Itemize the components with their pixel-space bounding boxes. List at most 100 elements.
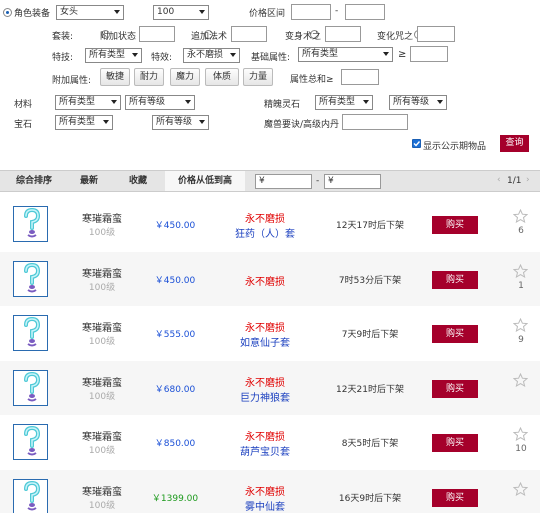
category-radio-equipment[interactable] [3, 8, 12, 17]
pager-prev[interactable]: ‹ [497, 175, 501, 185]
check-icon [413, 141, 421, 147]
buy-button[interactable]: 购买 [432, 216, 478, 234]
price-max-input[interactable] [345, 4, 385, 20]
buy-button[interactable]: 购买 [432, 270, 478, 289]
transform-input[interactable] [325, 26, 361, 42]
extra-spell-input[interactable] [231, 26, 267, 42]
extra-state-input[interactable] [139, 26, 175, 42]
attr-button-agility[interactable]: 敏捷 [100, 68, 130, 86]
label-extra-spell: 追加法术 [191, 32, 228, 42]
material-level-select[interactable]: 所有等级 [125, 95, 195, 110]
item-price: ￥450.00 [154, 275, 196, 286]
star-icon[interactable] [513, 372, 528, 387]
material-type-select[interactable]: 所有类型 [55, 95, 121, 110]
item-name[interactable]: 寒璀霜蛮 [72, 319, 132, 334]
attr-button-endurance[interactable]: 耐力 [134, 68, 164, 86]
item-set-name: 葫芦宝贝套 [240, 447, 290, 458]
label-change-spell: 变化咒之 [377, 32, 414, 42]
base-attr-value-input[interactable] [410, 46, 448, 62]
show-public-checkbox[interactable] [412, 139, 421, 148]
item-remaining-time: 8天5时后下架 [341, 439, 399, 449]
buy-button[interactable]: 购买 [432, 379, 478, 398]
skill-select[interactable]: 所有类型 [85, 48, 142, 63]
attr-button-magic[interactable]: 魔力 [170, 68, 200, 86]
item-thumbnail[interactable] [13, 424, 48, 460]
item-thumbnail[interactable] [13, 315, 48, 351]
table-row: 寒璀霜蛮 100级 ￥555.00 永不磨损 如意仙子套 7天9时后下架 购买 … [0, 306, 540, 360]
gem-level-select[interactable]: 所有等级 [152, 115, 209, 130]
favorite-count: 6 [518, 226, 524, 236]
spirit-level-select[interactable]: 所有等级 [389, 95, 447, 110]
table-row: 寒璀霜蛮 100级 ￥450.00 永不磨损 7时53分后下架 购买 1 [0, 251, 540, 306]
extra-attr-label: 附加属性: [52, 76, 92, 86]
chevron-down-icon [185, 100, 191, 104]
hook-equipment-icon [24, 425, 41, 456]
spirit-type-select[interactable]: 所有类型 [315, 95, 373, 110]
beast-input[interactable] [342, 114, 408, 130]
favorite-count: 1 [518, 280, 524, 291]
item-thumbnail[interactable] [13, 260, 48, 297]
price-filter-min[interactable]: ¥ [255, 174, 312, 189]
favorite-count: 10 [515, 444, 527, 454]
star-icon[interactable] [513, 209, 528, 223]
tab-favorites[interactable]: 收藏 [118, 171, 158, 191]
tab-price-low-high[interactable]: 价格从低到高 [165, 171, 245, 191]
item-name[interactable]: 寒璀霜蛮 [72, 483, 132, 498]
item-thumbnail[interactable] [13, 206, 48, 242]
chevron-down-icon [383, 52, 389, 56]
buy-button[interactable]: 购买 [432, 325, 478, 343]
category-label-gem: 宝石 [14, 120, 33, 130]
hook-equipment-icon [24, 371, 41, 401]
item-name[interactable]: 寒璀霜蛮 [72, 428, 132, 443]
table-row: 寒璀霜蛮 100级 ￥850.00 永不磨损 葫芦宝贝套 8天5时后下架 购买 … [0, 415, 540, 469]
star-icon[interactable] [513, 263, 528, 278]
buy-button[interactable]: 购买 [432, 434, 478, 452]
skill-label: 特技: [52, 53, 74, 63]
effect-select[interactable]: 永不磨损 [183, 48, 240, 63]
item-name[interactable]: 寒璀霜蛮 [72, 210, 132, 225]
pager-next[interactable]: › [526, 175, 530, 185]
label-extra-state: 附加状态 [100, 32, 137, 42]
item-price: ￥555.00 [154, 330, 196, 340]
query-button[interactable]: 查询 [500, 135, 529, 152]
tab-newest[interactable]: 最新 [70, 171, 108, 191]
item-effect: 永不磨损 [245, 377, 285, 389]
item-name[interactable]: 寒璀霜蛮 [72, 374, 132, 389]
chevron-down-icon [199, 120, 205, 124]
gem-type-select[interactable]: 所有类型 [55, 115, 113, 130]
hook-equipment-icon [24, 316, 41, 347]
item-remaining-time: 12天21时后下架 [336, 384, 404, 395]
tab-overall-sort[interactable]: 综合排序 [6, 171, 62, 191]
change-spell-input[interactable] [417, 26, 455, 42]
star-icon[interactable] [513, 318, 528, 332]
price-min-input[interactable] [291, 4, 331, 20]
buy-button[interactable]: 购买 [432, 488, 478, 507]
chevron-down-icon [363, 100, 369, 104]
item-effect: 永不磨损 [245, 276, 285, 288]
star-icon[interactable] [513, 427, 528, 441]
chevron-down-icon [437, 100, 443, 104]
item-effect: 永不磨损 [245, 432, 285, 443]
hook-equipment-icon [24, 262, 41, 292]
attr-total-input[interactable] [341, 69, 379, 85]
set-label: 套装: [52, 32, 74, 42]
gte-symbol: ≥ [398, 49, 407, 60]
chevron-down-icon [230, 53, 236, 57]
item-thumbnail[interactable] [13, 369, 48, 406]
item-name[interactable]: 寒璀霜蛮 [72, 265, 132, 280]
item-effect: 永不磨损 [245, 214, 285, 225]
item-thumbnail[interactable] [13, 478, 48, 513]
level-select[interactable]: 100 [153, 5, 209, 20]
attr-button-constitution[interactable]: 体质 [205, 68, 239, 86]
category-label-equipment: 角色装备 [14, 9, 51, 19]
star-icon[interactable] [513, 481, 528, 496]
price-filter-max[interactable]: ¥ [324, 174, 381, 189]
category-label-beast: 魔兽要诀/高级内丹 [264, 120, 340, 130]
item-remaining-time: 7时53分后下架 [338, 275, 402, 286]
gender-select[interactable]: 女头 [56, 5, 124, 20]
item-price: ￥450.00 [154, 221, 196, 231]
attr-button-strength[interactable]: 力量 [243, 68, 273, 86]
item-price: ￥850.00 [154, 439, 196, 449]
base-attr-select[interactable]: 所有类型 [298, 47, 393, 62]
pager-page: 1/1 [507, 176, 522, 186]
